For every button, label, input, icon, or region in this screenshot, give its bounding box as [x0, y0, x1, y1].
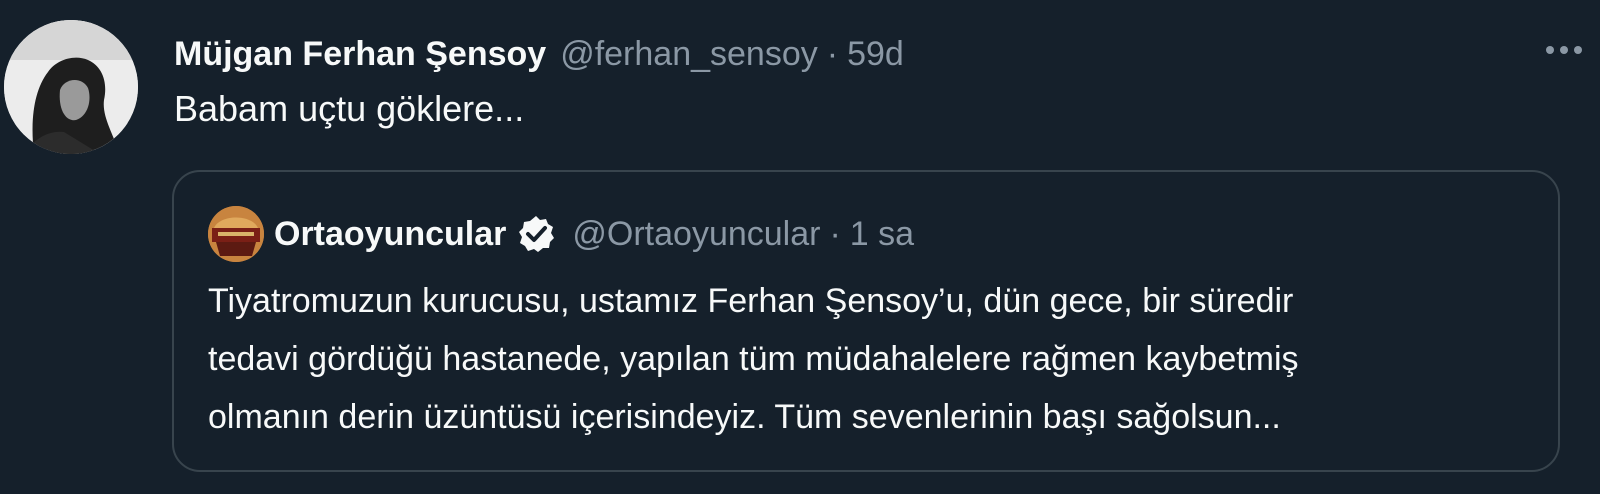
- quoted-author-display-name[interactable]: Ortaoyuncular: [274, 215, 506, 254]
- quoted-tweet-text-line: tedavi gördüğü hastanede, yapılan tüm mü…: [208, 340, 1299, 378]
- header-separator: ·: [826, 34, 839, 73]
- tweet-text: Babam uçtu göklere...: [174, 88, 525, 129]
- more-horizontal-icon: [1560, 46, 1568, 54]
- quoted-header-separator: ·: [829, 214, 841, 253]
- quoted-tweet-timestamp[interactable]: 1 sa: [850, 215, 914, 254]
- author-display-name[interactable]: Müjgan Ferhan Şensoy: [174, 35, 546, 74]
- quoted-tweet-header: Ortaoyuncular @Ortaoyuncular · 1 sa: [274, 210, 914, 258]
- quoted-tweet-text-line: olmanın derin üzüntüsü içerisindeyiz. Tü…: [208, 398, 1281, 436]
- quoted-tweet-text-line: Tiyatromuzun kurucusu, ustamız Ferhan Şe…: [208, 282, 1294, 320]
- more-horizontal-icon: [1574, 46, 1582, 54]
- quoted-tweet-text: Tiyatromuzun kurucusu, ustamız Ferhan Şe…: [208, 272, 1299, 446]
- author-handle[interactable]: @ferhan_sensoy: [560, 35, 818, 74]
- more-options-button[interactable]: [1542, 30, 1586, 70]
- quoted-author-handle[interactable]: @Ortaoyuncular: [572, 215, 820, 254]
- tweet-header: Müjgan Ferhan Şensoy @ferhan_sensoy · 59…: [174, 30, 904, 78]
- verified-badge-icon: [516, 214, 556, 254]
- author-avatar[interactable]: [4, 20, 138, 154]
- quoted-tweet-card[interactable]: Ortaoyuncular @Ortaoyuncular · 1 sa Tiya…: [172, 170, 1560, 472]
- tweet[interactable]: Müjgan Ferhan Şensoy @ferhan_sensoy · 59…: [0, 0, 1600, 494]
- theatre-logo-avatar: [208, 206, 264, 262]
- quoted-author-avatar[interactable]: [208, 206, 264, 262]
- more-horizontal-icon: [1546, 46, 1554, 54]
- profile-photo-avatar: [4, 20, 138, 154]
- tweet-timestamp[interactable]: 59d: [847, 35, 904, 74]
